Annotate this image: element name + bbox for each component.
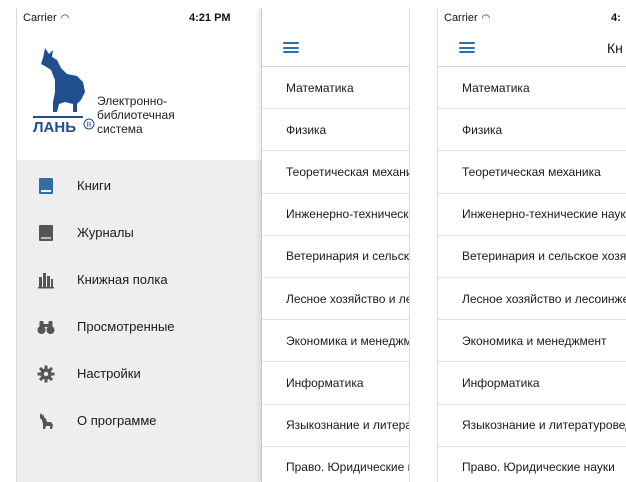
list-item[interactable]: Физика bbox=[438, 109, 626, 152]
list-item[interactable]: Теоретическая механика bbox=[438, 151, 626, 194]
list-item[interactable]: Языкознание и литературоведение bbox=[438, 405, 626, 447]
content-pane: Математика Физика Теоретическая механика… bbox=[261, 8, 409, 482]
carrier-label: Carrier ◠ bbox=[23, 12, 70, 24]
list-item[interactable]: Математика bbox=[438, 67, 626, 110]
status-bar: Carrier ◠ 4: bbox=[438, 8, 626, 28]
journal-icon bbox=[36, 223, 56, 243]
system-title-line-2: библиотечная bbox=[97, 108, 175, 122]
menu-item-label: Журналы bbox=[77, 225, 134, 240]
category-list: Математика Физика Теоретическая механика… bbox=[438, 67, 626, 482]
nav-bar: Кн bbox=[438, 28, 626, 67]
list-item[interactable]: Инженерно-технические науки bbox=[438, 194, 626, 236]
gear-icon bbox=[36, 364, 56, 384]
drawer-header: ЛАНЬ R Электронно- библиотечная система bbox=[17, 8, 261, 160]
drawer-menu: Книги Журналы Книжная полка Просмотренны… bbox=[17, 162, 261, 444]
system-title: Электронно- библиотечная система bbox=[97, 94, 175, 136]
menu-item-label: Настройки bbox=[77, 366, 141, 381]
menu-item-settings[interactable]: Настройки bbox=[17, 350, 261, 397]
phone-screen-list: Carrier ◠ 4: Кн Математика Физика Теорети… bbox=[437, 8, 626, 482]
status-time: 4:21 PM bbox=[189, 12, 231, 24]
menu-item-label: Книжная полка bbox=[77, 272, 168, 287]
menu-item-viewed[interactable]: Просмотренные bbox=[17, 303, 261, 350]
bookshelf-icon bbox=[36, 270, 56, 290]
menu-item-label: О программе bbox=[77, 413, 157, 428]
nav-bar bbox=[262, 28, 409, 67]
hamburger-menu-icon[interactable] bbox=[283, 42, 299, 53]
list-item[interactable]: Теоретическая механика bbox=[262, 151, 409, 194]
list-item[interactable]: Информатика bbox=[262, 362, 409, 405]
wifi-icon: ◠ bbox=[60, 13, 70, 24]
list-item[interactable]: Математика bbox=[262, 67, 409, 110]
book-icon bbox=[36, 176, 56, 196]
list-item[interactable]: Лесное хозяйство и лесоинженерное дело bbox=[438, 278, 626, 321]
list-item[interactable]: Лесное хозяйство и лесоинженерное дело bbox=[262, 278, 409, 321]
menu-item-journals[interactable]: Журналы bbox=[17, 209, 261, 256]
list-item[interactable]: Языкознание и литературоведение bbox=[262, 405, 409, 447]
binoculars-icon bbox=[36, 317, 56, 337]
list-item[interactable]: Физика bbox=[262, 109, 409, 152]
hamburger-menu-icon[interactable] bbox=[459, 42, 475, 53]
system-title-line-1: Электронно- bbox=[97, 94, 168, 108]
menu-item-label: Книги bbox=[77, 178, 112, 193]
list-item[interactable]: Ветеринария и сельское хозяйство bbox=[438, 236, 626, 278]
status-time: 4: bbox=[611, 12, 621, 24]
list-item[interactable]: Право. Юридические науки bbox=[262, 447, 409, 482]
wifi-icon: ◠ bbox=[481, 13, 491, 24]
menu-item-about[interactable]: О программе bbox=[17, 397, 261, 444]
list-item[interactable]: Ветеринария и сельское хозяйство bbox=[262, 236, 409, 278]
list-item[interactable]: Экономика и менеджмент bbox=[262, 320, 409, 363]
system-title-line-3: система bbox=[97, 122, 143, 136]
menu-item-label: Просмотренные bbox=[77, 319, 175, 334]
menu-item-bookshelf[interactable]: Книжная полка bbox=[17, 256, 261, 303]
content-pane: Carrier ◠ 4: Кн Математика Физика Теорети… bbox=[438, 8, 626, 482]
logo-wordmark: ЛАНЬ bbox=[33, 119, 76, 136]
lan-logo: ЛАНЬ R bbox=[33, 48, 95, 136]
list-item[interactable]: Право. Юридические науки bbox=[438, 447, 626, 482]
list-item[interactable]: Информатика bbox=[438, 362, 626, 405]
deer-icon bbox=[36, 411, 56, 431]
page-title: Кн bbox=[607, 40, 623, 56]
phone-screen-drawer-open: ЛАНЬ R Электронно- библиотечная система … bbox=[16, 8, 410, 482]
svg-text:R: R bbox=[87, 122, 92, 129]
carrier-label: Carrier ◠ bbox=[444, 12, 491, 24]
list-item[interactable]: Инженерно-технические науки bbox=[262, 194, 409, 236]
list-item[interactable]: Экономика и менеджмент bbox=[438, 320, 626, 363]
category-list: Математика Физика Теоретическая механика… bbox=[262, 67, 409, 482]
navigation-drawer: ЛАНЬ R Электронно- библиотечная система … bbox=[17, 8, 261, 482]
menu-item-books[interactable]: Книги bbox=[17, 162, 261, 209]
